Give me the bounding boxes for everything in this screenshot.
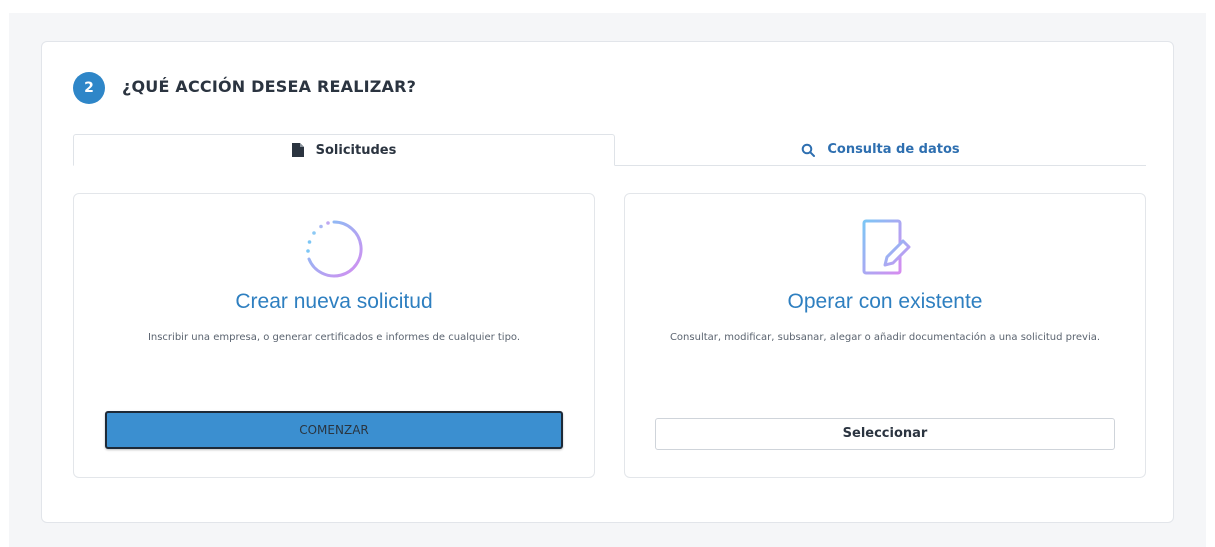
seleccionar-button[interactable]: Seleccionar [655,418,1115,450]
tab-label: Consulta de datos [827,142,960,157]
tab-consulta-de-datos[interactable]: Consulta de datos [615,134,1146,165]
tab-label: Solicitudes [315,142,397,158]
action-panel: 2 ¿QUÉ ACCIÓN DESEA REALIZAR? Solicitude… [41,41,1174,523]
card-operate-existing: Operar con existente Consultar, modifica… [624,193,1146,478]
tab-solicitudes[interactable]: Solicitudes [73,134,615,166]
tab-bar: Solicitudes Consulta de datos [73,134,1146,166]
add-circle-icon [303,218,365,284]
step-title: ¿QUÉ ACCIÓN DESEA REALIZAR? [122,77,417,96]
card-description: Consultar, modificar, subsanar, alegar o… [669,332,1101,343]
edit-document-icon [857,218,913,282]
card-description: Inscribir una empresa, o generar certifi… [147,332,521,343]
comenzar-button[interactable]: COMENZAR [105,411,563,449]
card-create-request: Crear nueva solicitud Inscribir una empr… [73,193,595,478]
step-number-badge: 2 [73,72,105,104]
document-icon [291,143,304,157]
search-icon [801,143,816,157]
card-title: Crear nueva solicitud [235,290,433,313]
card-title: Operar con existente [787,290,983,313]
